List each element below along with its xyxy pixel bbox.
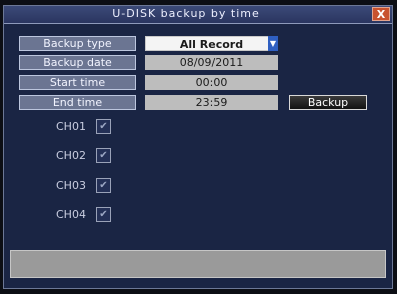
backup-type-select[interactable]: All Record ▼ <box>145 36 278 51</box>
channel-label: CH01 <box>56 120 86 133</box>
checkmark-icon: ✔ <box>99 180 108 191</box>
channel-label: CH04 <box>56 208 86 221</box>
channel-checkbox[interactable]: ✔ <box>96 178 111 193</box>
channel-checkbox[interactable]: ✔ <box>96 148 111 163</box>
channel-label: CH02 <box>56 149 86 162</box>
title-bar: U-DISK backup by time X <box>4 6 392 24</box>
channel-label: CH03 <box>56 179 86 192</box>
status-bar <box>10 250 386 278</box>
end-time-field[interactable]: 23:59 <box>145 95 278 110</box>
backup-type-value: All Record <box>179 38 244 51</box>
backup-dialog: U-DISK backup by time X Backup type All … <box>3 5 393 289</box>
channel-checkbox[interactable]: ✔ <box>96 119 111 134</box>
backup-button[interactable]: Backup <box>289 95 367 110</box>
backup-type-label: Backup type <box>19 36 136 51</box>
end-time-label: End time <box>19 95 136 110</box>
close-button[interactable]: X <box>372 7 390 21</box>
backup-date-field[interactable]: 08/09/2011 <box>145 55 278 70</box>
channel-checkbox[interactable]: ✔ <box>96 207 111 222</box>
chevron-down-icon[interactable]: ▼ <box>268 36 278 51</box>
start-time-field[interactable]: 00:00 <box>145 75 278 90</box>
checkmark-icon: ✔ <box>99 150 108 161</box>
checkmark-icon: ✔ <box>99 209 108 220</box>
start-time-label: Start time <box>19 75 136 90</box>
dialog-title: U-DISK backup by time <box>112 7 260 20</box>
checkmark-icon: ✔ <box>99 121 108 132</box>
backup-date-label: Backup date <box>19 55 136 70</box>
